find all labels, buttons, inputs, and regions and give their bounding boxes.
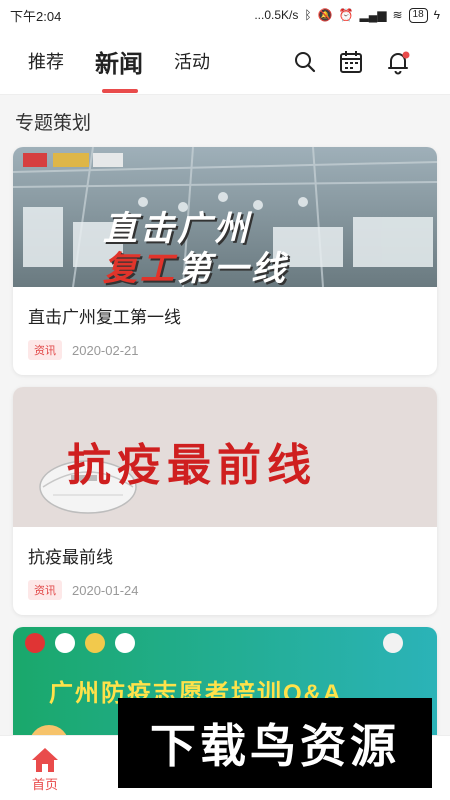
feature-card[interactable]: 直击广州 复工第一线 直击广州复工第一线 资讯 2020-02-21 xyxy=(13,147,437,375)
card-meta: 资讯 2020-01-24 xyxy=(28,580,139,600)
category-tag: 资讯 xyxy=(28,340,62,360)
card-image: 抗疫最前线 xyxy=(13,387,437,527)
charging-icon: ϟ xyxy=(433,8,440,22)
wifi-icon: ≋ xyxy=(392,8,403,22)
battery-icon: 18 xyxy=(408,7,428,23)
tab-news[interactable]: 新闻 xyxy=(95,30,143,92)
signal-icon: ▂▄▆ xyxy=(359,8,387,22)
card-title[interactable]: 抗疫最前线 xyxy=(28,543,113,568)
bluetooth-icon: ᛒ xyxy=(304,8,312,22)
card-meta: 资讯 2020-02-21 xyxy=(28,340,139,360)
tab-events[interactable]: 活动 xyxy=(174,30,210,92)
publish-date: 2020-01-24 xyxy=(72,582,139,598)
publish-date: 2020-02-21 xyxy=(72,342,139,358)
card-image: 直击广州 复工第一线 xyxy=(13,147,437,287)
feature-card[interactable]: 抗疫最前线 抗疫最前线 资讯 2020-01-24 xyxy=(13,387,437,615)
status-bar: 下午2:04 ...0.5K/s ᛒ 🔕 ⏰ ▂▄▆ ≋ 18 ϟ xyxy=(0,0,450,30)
headline-highlight: 复工 xyxy=(103,250,177,287)
mute-icon: 🔕 xyxy=(317,8,333,22)
headline-rest: 第一线 xyxy=(177,250,288,287)
status-time: 下午2:04 xyxy=(10,8,62,24)
alarm-icon: ⏰ xyxy=(338,8,354,22)
calendar-icon[interactable] xyxy=(337,48,365,76)
category-tag: 资讯 xyxy=(28,580,62,600)
watermark-text: 下载鸟资源 xyxy=(150,720,400,772)
card-image-subheadline: 复工第一线 xyxy=(103,241,288,287)
card-image-headline: 抗疫最前线 xyxy=(67,441,317,490)
notification-bell-icon[interactable] xyxy=(384,48,412,76)
nav-home-label: 首页 xyxy=(31,777,58,792)
home-icon xyxy=(32,748,58,772)
watermark-overlay: 下载鸟资源 xyxy=(118,698,432,788)
status-icons: ...0.5K/s ᛒ 🔕 ⏰ ▂▄▆ ≋ 18 ϟ xyxy=(254,7,440,23)
section-title: 专题策划 xyxy=(15,113,92,134)
active-tab-indicator xyxy=(102,89,138,93)
card-title[interactable]: 直击广州复工第一线 xyxy=(28,303,181,328)
search-icon[interactable] xyxy=(291,48,319,76)
nav-home[interactable]: 首页 xyxy=(0,736,90,800)
top-nav: 推荐 新闻 活动 xyxy=(0,30,450,95)
tab-recommend[interactable]: 推荐 xyxy=(28,30,64,92)
net-speed: ...0.5K/s xyxy=(254,8,299,22)
